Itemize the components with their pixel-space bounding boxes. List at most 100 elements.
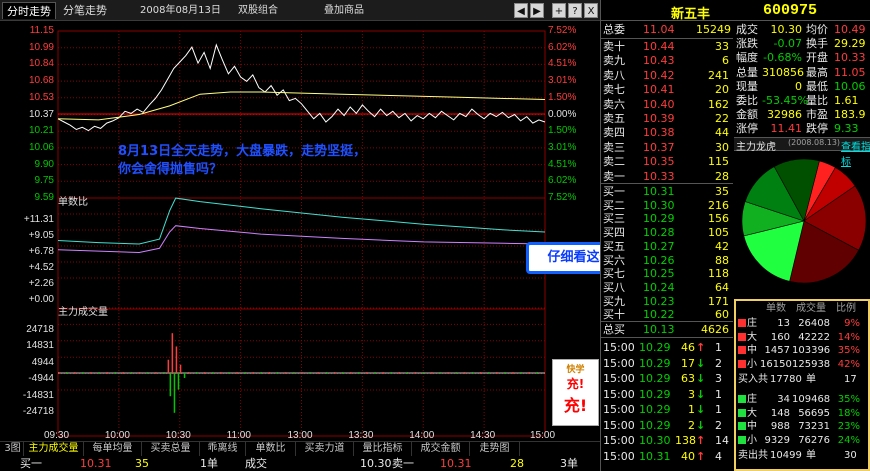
close-button[interactable]: X (584, 3, 598, 18)
tick-row: 15:00 10.29 17 ↓ 2 (601, 356, 733, 371)
sell-level-price: 10.42 (643, 68, 675, 82)
tick-vol: 17 (681, 356, 695, 370)
volume-bar (398, 372, 400, 374)
tick-time: 15:00 (603, 372, 635, 385)
sell-level-label: 卖五 (603, 112, 625, 125)
chart-annotation: 8月13日全天走势，大盘暴跌，走势坚挺， 你会舍得抛售吗？ (118, 143, 366, 179)
quote-label: 换手 (806, 37, 828, 51)
sell-level-row: 卖五 10.39 22 (601, 111, 733, 126)
volume-bar (366, 372, 368, 374)
help-button[interactable]: ? (568, 3, 582, 18)
bq-price2: 10.30 (360, 457, 392, 470)
indicator-tab[interactable]: 乖离线 (200, 442, 246, 456)
sell-level-price: 10.41 (643, 83, 675, 97)
indicator-tab[interactable]: 买卖力道 (296, 442, 354, 456)
dragon-swatch (738, 408, 746, 417)
indicator-tab[interactable]: 走势图 (470, 442, 520, 456)
bottom-quote-bar: 买一 10.31 35 1单 成交 10.30 卖一 10.31 28 3单 (0, 457, 600, 471)
dragon-buy-total-count: 17780 (770, 374, 802, 385)
volume-bar (183, 373, 186, 378)
quote-value: 10.06 (834, 79, 866, 93)
pct-axis-label: 1.50% (548, 125, 577, 137)
dragon-sell-total: 卖出共 10499 单 30 (736, 448, 870, 463)
tick-price: 10.30 (639, 434, 671, 447)
tick-price: 10.29 (639, 372, 671, 385)
sell-level-label: 卖九 (603, 54, 625, 68)
indicator-tab[interactable]: 量比指标 (354, 442, 412, 456)
committee-row: 总委 11.04 15249 (601, 22, 733, 37)
sell-level-price: 10.38 (643, 126, 675, 140)
tick-price: 10.29 (639, 403, 671, 416)
dragon-row-name: 小 (747, 434, 757, 446)
volume-bar (415, 372, 417, 374)
dragon-row: 小 9329 76276 24% (736, 433, 870, 448)
indicator-tab[interactable]: 3图 (2, 442, 24, 456)
stock-name: 新五丰 (671, 7, 711, 22)
committee-label: 总委 (603, 23, 625, 36)
sell-level-row: 卖七 10.41 20 (601, 82, 733, 97)
volume-axis-label: 14831 (26, 340, 54, 352)
dragon-swatch (738, 435, 746, 444)
indicator-tab[interactable]: 每单均量 (84, 442, 142, 456)
indicator-tab[interactable]: 单数比 (246, 442, 296, 456)
next-button[interactable]: ▶ (530, 3, 544, 18)
volume-bar (317, 372, 319, 374)
dragon-header: 主力龙虎 (2008.08.13) 查看指标 (734, 137, 870, 168)
date-selector[interactable]: 2008年08月13日 (140, 3, 230, 18)
tab-tick-chart[interactable]: 分笔走势 (58, 2, 112, 19)
volume-bar (58, 372, 59, 374)
total-buy-row: 总买 10.13 4626 (601, 322, 733, 337)
ratio-axis-label: +0.00 (28, 294, 54, 305)
zoom-in-button[interactable]: + (552, 3, 566, 18)
promo-badge[interactable]: 快学 充! 充! (552, 359, 599, 426)
tick-price: 10.29 (639, 341, 671, 354)
quote-value: 11.05 (834, 65, 866, 79)
up-arrow-icon: ↑ (696, 434, 706, 447)
quote-label: 成交 (736, 23, 758, 36)
dragon-row: 小 16150 125938 42% (736, 357, 870, 372)
down-arrow-icon: ↓ (696, 356, 706, 370)
quote-value: -53.45% (762, 94, 808, 107)
tick-count: 2 (715, 356, 722, 370)
tick-time: 15:00 (603, 403, 635, 416)
volume-bar (520, 372, 522, 374)
indicator-tab[interactable]: 买卖总量 (142, 442, 200, 456)
quote-value: 183.9 (834, 108, 866, 122)
price-axis-label: 10.68 (28, 75, 54, 87)
chart-toolbar: 分时走势 分笔走势 2008年08月13日 双股组合 叠加商品 ◀ ▶ + ? … (0, 0, 600, 21)
tick-list[interactable]: 15:00 10.29 46 ↑ 1 15:00 10.29 17 ↓ 2 15:00 10.29 63… (601, 337, 733, 471)
sell-level-price: 10.37 (643, 140, 675, 154)
indicator-tab[interactable]: 主力成交量 (24, 442, 84, 456)
prev-button[interactable]: ◀ (514, 3, 528, 18)
dragon-buy-total-label: 买入共 (738, 374, 768, 385)
ratio-axis-label: +6.78 (28, 246, 54, 257)
indicator-tab[interactable]: 成交金额 (412, 442, 470, 456)
sell-level-label: 卖四 (603, 126, 625, 140)
tick-time: 15:00 (603, 341, 635, 354)
volume-bar (114, 372, 116, 374)
promo-badge-line2: 充! (563, 396, 588, 415)
dragon-table-header: 单数 成交量 比例 (736, 301, 870, 316)
volume-bar (220, 372, 222, 374)
overlay-selector[interactable]: 叠加商品 (324, 3, 384, 18)
volume-bar (147, 372, 149, 374)
dragon-sell-total-unit: 单 (806, 450, 816, 461)
intraday-chart-area[interactable]: 11.15 10.99 10.84 10.68 10.53 10.37 10.21 10.06… (0, 22, 600, 441)
volume-bar (293, 372, 295, 374)
quote-row: 涨跌 -0.07 换手 29.29 (734, 36, 870, 51)
committee-vol: 15249 (696, 23, 731, 36)
volume-bar (423, 372, 425, 374)
sell-level-label: 卖一 (603, 169, 625, 183)
dragon-row-vol: 76276 (798, 434, 830, 446)
tick-row: 15:00 10.29 3 ↓ 1 (601, 387, 733, 402)
sell-level-price: 10.33 (643, 169, 675, 183)
volume-bar (155, 372, 157, 374)
volume-axis-label: -24718 (22, 406, 54, 417)
volume-bar (488, 372, 490, 374)
promo-badge-line1: 充! (566, 377, 585, 391)
tab-intraday[interactable]: 分时走势 (2, 2, 56, 19)
combo-mode-selector[interactable]: 双股组合 (238, 3, 298, 18)
dragon-row-name: 小 (747, 358, 757, 370)
quote-value: 1.61 (834, 94, 859, 107)
volume-bar (98, 372, 100, 374)
